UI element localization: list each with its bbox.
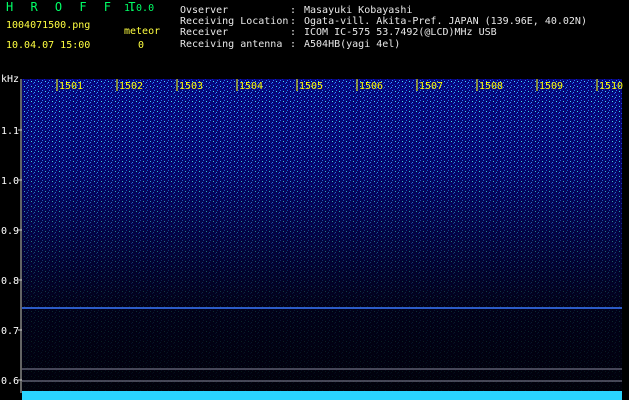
- time-tick-label: 1503: [179, 81, 203, 92]
- y-tick-label: 0.7: [1, 326, 19, 337]
- y-tick-label: 1.0: [1, 176, 19, 187]
- y-tick-label: 0.9: [1, 226, 19, 237]
- time-tick-label: 1504: [239, 81, 263, 92]
- spectrogram-fade: [22, 79, 622, 393]
- time-tick-label: 1502: [119, 81, 143, 92]
- time-tick-label: 1505: [299, 81, 323, 92]
- y-tick-label: 1.1: [1, 126, 19, 137]
- y-tick-label: 0.6: [1, 376, 19, 387]
- y-axis-ticks: kHz 1.1 1.0 0.9 0.8 0.7 0.6: [1, 74, 22, 387]
- time-tick-label: 1507: [419, 81, 443, 92]
- bottom-signal-band: [22, 391, 622, 400]
- time-tick-label: 1509: [539, 81, 563, 92]
- time-tick-label: 1501: [59, 81, 83, 92]
- spectrogram: kHz 1.1 1.0 0.9 0.8 0.7 0.6 1501 1502 1503 1504 1…: [1, 74, 623, 400]
- time-tick-label: 1510: [599, 81, 623, 92]
- y-tick-label: 0.8: [1, 276, 19, 287]
- time-tick-label: 1508: [479, 81, 503, 92]
- y-unit-label: kHz: [1, 74, 19, 85]
- time-tick-label: 1506: [359, 81, 383, 92]
